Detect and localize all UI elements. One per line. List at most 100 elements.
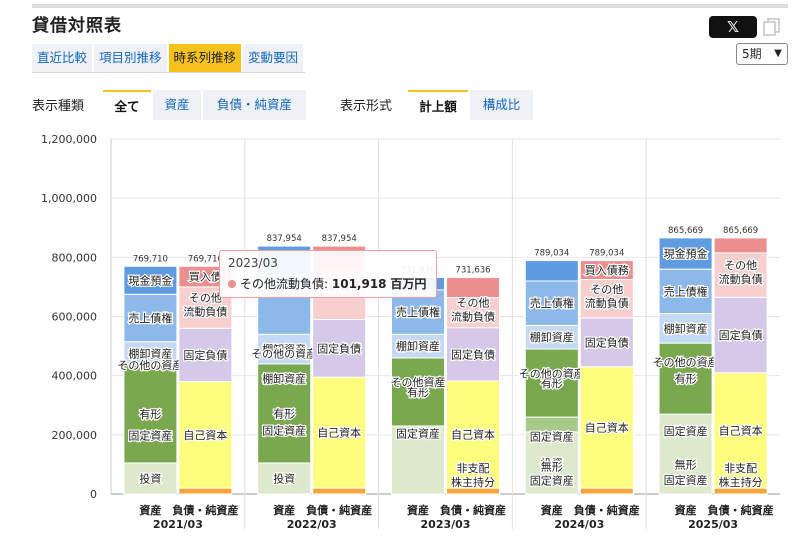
annotation-label: その他 [590, 283, 623, 296]
annotation-label: 固定資産 [262, 424, 306, 438]
x-share-button[interactable]: 𝕏 [709, 16, 757, 38]
segment-label: 棚卸資産 [396, 339, 440, 353]
bar-total-label: 837,954 [267, 234, 302, 244]
balance-sheet-chart: 0 200,000 400,000 600,000 800,000 1,000,000 1,… [41, 133, 780, 531]
annotation-label: その他の資産 [117, 359, 183, 372]
assets-bar-cash [524, 260, 579, 282]
segment-label: 自己資本 [183, 428, 227, 442]
segment-label: 固定負債 [719, 328, 763, 342]
x-bar-label: 負債・純資産 [306, 503, 372, 517]
segment-label: 投資 [273, 471, 295, 485]
segment-label: 売上債権 [530, 296, 574, 310]
format-option-ratio[interactable]: 構成比 [470, 90, 533, 120]
bar-total-label: 769,710 [188, 254, 223, 264]
annotation-label: その他 [457, 297, 490, 310]
period-select[interactable]: 5期 ▼ [736, 43, 788, 65]
y-tick-label: 200,000 [52, 429, 98, 442]
liabilities-bar-payables [713, 237, 768, 254]
x-period-label: 2023/03 [421, 518, 471, 531]
display-format-label: 表示形式 [340, 99, 393, 114]
annotation-label: 非支配 [724, 462, 757, 475]
annotation-label: 無形 [541, 460, 563, 474]
segment-label: 売上債権 [128, 311, 172, 325]
x-period-label: 2022/03 [287, 518, 337, 531]
segment-label: 投資 [139, 471, 161, 485]
y-tick-label: 400,000 [52, 370, 98, 383]
y-tick-label: 600,000 [52, 311, 98, 324]
chevron-down-icon: ▼ [774, 48, 782, 59]
segment-label: 自己資本 [719, 423, 763, 437]
bar-total-label: 731,636 [455, 266, 490, 276]
annotation-label: 株主持分 [451, 475, 495, 489]
format-option-amount[interactable]: 計上額 [408, 90, 468, 120]
tooltip-value: 101,918 [331, 277, 387, 291]
type-option-liabilities[interactable]: 負債・純資産 [203, 90, 306, 120]
tab-change-factors[interactable]: 変動要因 [243, 44, 304, 72]
segment-label: 現金預金 [664, 247, 708, 261]
annotation-label: 株主持分 [719, 475, 763, 489]
x-bar-label: 資産 [407, 503, 429, 517]
x-period-label: 2025/03 [688, 518, 738, 531]
segment-label: 売上債権 [396, 305, 440, 319]
x-bar-label: 資産 [541, 503, 563, 517]
bar-total-label: 837,954 [322, 234, 357, 244]
x-period-label: 2021/03 [153, 518, 203, 531]
tooltip-unit: 百万円 [390, 277, 427, 291]
y-tick-label: 1,000,000 [41, 192, 97, 205]
liabilities-bar-payables [446, 277, 500, 299]
liabilities-bar-minority [178, 487, 233, 495]
annotation-label: その他の資産 [653, 356, 719, 369]
x-bar-label: 負債・純資産 [708, 503, 774, 517]
segment-label: 有形 [139, 407, 161, 421]
tooltip-dot [228, 280, 236, 288]
segment-label: 有形 [675, 372, 697, 386]
annotation-label: 非支配 [457, 462, 490, 475]
x-bar-label: 負債・純資産 [574, 503, 640, 517]
bar-total-label: 865,669 [668, 226, 703, 236]
annotation-label: その他の資産 [251, 348, 317, 361]
annotation-label: 固定資産 [128, 428, 172, 442]
header-rule [32, 4, 788, 8]
segment-label: 現金預金 [128, 273, 172, 287]
bar-total-label: 865,669 [723, 226, 758, 236]
copy-icon[interactable] [762, 17, 782, 37]
y-tick-label: 800,000 [52, 251, 98, 264]
segment-label: 売上債権 [664, 284, 708, 298]
annotation-label: 棚卸資産 [262, 371, 306, 385]
annotation-label: 流動負債 [183, 305, 227, 319]
tab-item-trend[interactable]: 項目別推移 [94, 44, 167, 72]
segment-label: 棚卸資産 [664, 321, 708, 335]
annotation-label: その他 [724, 259, 757, 272]
liabilities-bar-minority [312, 487, 367, 495]
y-tick-label: 1,200,000 [41, 133, 97, 146]
bar-total-label: 789,034 [534, 249, 569, 259]
segment-label: 固定負債 [451, 347, 495, 361]
bar-total-label: 769,710 [133, 254, 168, 264]
page-title: 貸借対照表 [32, 16, 122, 36]
tab-recent-compare[interactable]: 直近比較 [32, 44, 93, 72]
section-tabs: 直近比較 項目別推移 時系列推移 変動要因 [32, 44, 306, 73]
x-period-label: 2024/03 [554, 518, 604, 531]
segment-label: 棚卸資産 [530, 330, 574, 344]
x-bar-label: 負債・純資産 [172, 503, 238, 517]
x-bar-label: 資産 [675, 503, 697, 517]
bar-total-label: 789,034 [589, 249, 624, 259]
display-type-label: 表示種類 [32, 99, 85, 114]
segment-label: 自己資本 [451, 428, 495, 442]
segment-label: 有形 [273, 406, 295, 420]
x-bar-label: 資産 [139, 503, 161, 517]
chart-tooltip: 2023/03 その他流動負債: 101,918 百万円 [219, 250, 437, 298]
segment-label: 買入債 [189, 270, 222, 284]
x-bar-label: 資産 [273, 503, 295, 517]
period-select-value: 5期 [742, 47, 762, 61]
type-option-assets[interactable]: 資産 [153, 90, 201, 120]
segment-label: 買入債務 [585, 263, 629, 277]
annotation-label: 流動負債 [585, 296, 629, 310]
tooltip-line: その他流動負債: 101,918 百万円 [228, 275, 428, 292]
annotation-label: 固定資産 [396, 427, 440, 441]
annotation-label: その他資産 [391, 376, 446, 389]
tooltip-date: 2023/03 [228, 256, 278, 270]
tab-time-series[interactable]: 時系列推移 [168, 44, 242, 72]
liabilities-bar-minority [579, 487, 634, 495]
type-option-all[interactable]: 全て [103, 90, 151, 120]
